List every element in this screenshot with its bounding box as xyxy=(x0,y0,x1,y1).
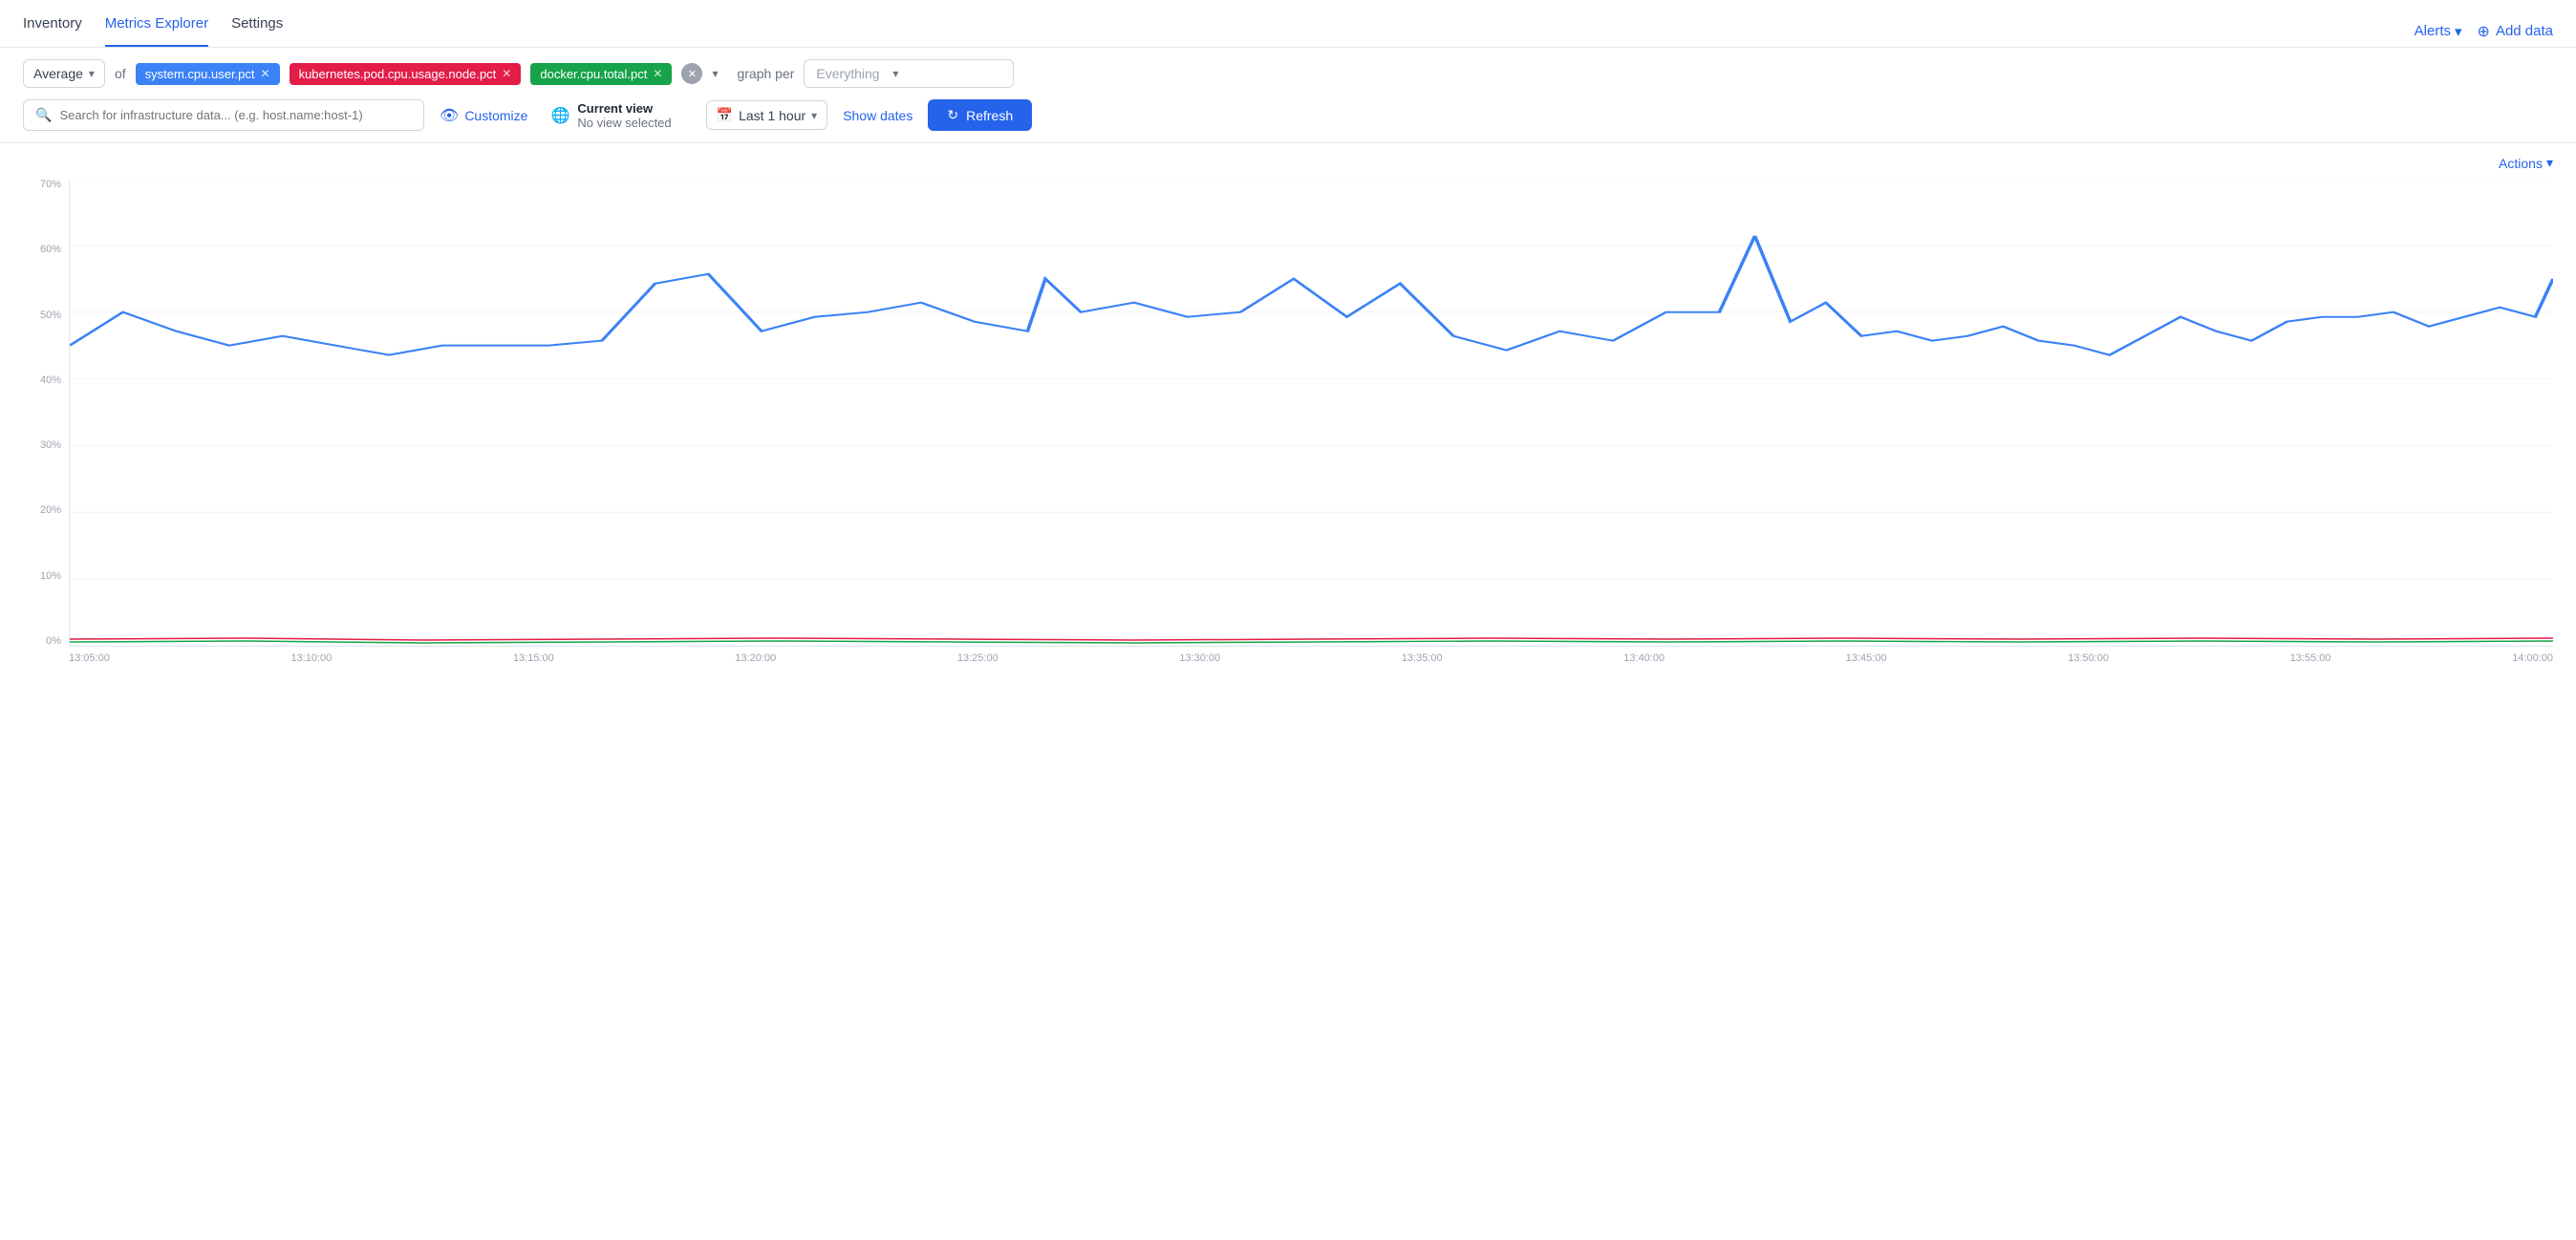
remove-metric-system-cpu-icon[interactable]: ✕ xyxy=(261,67,270,80)
chart-line-red xyxy=(70,638,2553,640)
x-label-10: 13:55:00 xyxy=(2290,652,2331,664)
search-icon: 🔍 xyxy=(35,107,52,123)
x-label-7: 13:40:00 xyxy=(1623,652,1664,664)
x-label-11: 14:00:00 xyxy=(2512,652,2553,664)
y-label-70: 70% xyxy=(40,179,61,190)
x-label-4: 13:25:00 xyxy=(957,652,998,664)
tab-settings[interactable]: Settings xyxy=(231,15,283,47)
top-navigation: Inventory Metrics Explorer Settings Aler… xyxy=(0,0,2576,48)
metric-tag-system-cpu[interactable]: system.cpu.user.pct ✕ xyxy=(136,63,280,85)
remove-metric-kubernetes-icon[interactable]: ✕ xyxy=(502,67,511,80)
time-range-select[interactable]: 📅 Last 1 hour ▾ xyxy=(706,100,828,130)
chart-svg xyxy=(70,179,2553,646)
toolbar-row1: Average ▾ of system.cpu.user.pct ✕ kuber… xyxy=(23,59,2553,99)
x-label-2: 13:15:00 xyxy=(513,652,554,664)
refresh-button[interactable]: ↻ Refresh xyxy=(928,99,1032,131)
y-axis: 70% 60% 50% 40% 30% 20% 10% 0% xyxy=(23,179,69,647)
x-label-9: 13:50:00 xyxy=(2068,652,2109,664)
chevron-down-icon: ▾ xyxy=(89,67,95,80)
chevron-down-icon: ▾ xyxy=(811,109,817,122)
metric-tag-docker-cpu[interactable]: docker.cpu.total.pct ✕ xyxy=(530,63,672,85)
show-dates-button[interactable]: Show dates xyxy=(843,108,912,123)
x-label-6: 13:35:00 xyxy=(1402,652,1443,664)
chevron-down-icon: ▾ xyxy=(2455,23,2462,40)
x-label-5: 13:30:00 xyxy=(1179,652,1220,664)
metrics-dropdown-icon[interactable]: ▾ xyxy=(712,67,718,80)
add-data-button[interactable]: ⊕ Add data xyxy=(2478,22,2553,41)
alerts-button[interactable]: Alerts ▾ xyxy=(2415,23,2462,40)
y-label-30: 30% xyxy=(40,439,61,451)
globe-icon: 🌐 xyxy=(550,106,569,125)
current-view-section: 🌐 Current view No view selected xyxy=(550,101,671,130)
chart-container: 70% 60% 50% 40% 30% 20% 10% 0% xyxy=(23,179,2553,675)
tab-metrics-explorer[interactable]: Metrics Explorer xyxy=(105,15,208,47)
eye-icon: 👁 xyxy=(440,106,459,125)
nav-tabs: Inventory Metrics Explorer Settings xyxy=(23,15,283,47)
x-axis: 13:05:00 13:10:00 13:15:00 13:20:00 13:2… xyxy=(69,647,2553,675)
graph-per-select[interactable]: Everything ▾ xyxy=(804,59,1014,88)
actions-button[interactable]: Actions ▾ xyxy=(2499,155,2553,171)
y-label-20: 20% xyxy=(40,504,61,516)
chart-inner xyxy=(69,179,2553,647)
y-label-10: 10% xyxy=(40,570,61,582)
graph-per-label: graph per xyxy=(737,66,794,81)
y-label-60: 60% xyxy=(40,244,61,255)
search-box[interactable]: 🔍 xyxy=(23,99,424,131)
plus-circle-icon: ⊕ xyxy=(2478,22,2490,41)
chart-line-blue xyxy=(70,236,2553,355)
of-label: of xyxy=(115,66,126,81)
chevron-down-icon: ▾ xyxy=(892,67,898,80)
tab-inventory[interactable]: Inventory xyxy=(23,15,82,47)
current-view-subtitle: No view selected xyxy=(577,116,671,130)
aggregate-select[interactable]: Average ▾ xyxy=(23,59,105,88)
nav-right: Alerts ▾ ⊕ Add data xyxy=(2415,22,2553,41)
x-label-0: 13:05:00 xyxy=(69,652,110,664)
chart-area: Actions ▾ 70% 60% 50% 40% 30% 20% 10% 0% xyxy=(0,143,2576,675)
refresh-icon: ↻ xyxy=(947,107,958,123)
current-view-title: Current view xyxy=(577,101,671,116)
chart-line-green xyxy=(70,641,2553,643)
remove-metric-docker-icon[interactable]: ✕ xyxy=(653,67,662,80)
clear-all-metrics-button[interactable]: ✕ xyxy=(681,63,702,84)
toolbar-row2: 🔍 👁 Customize 🌐 Current view No view sel… xyxy=(23,99,2553,142)
search-input[interactable] xyxy=(59,108,412,122)
y-label-50: 50% xyxy=(40,310,61,321)
metric-tag-kubernetes-pod-cpu[interactable]: kubernetes.pod.cpu.usage.node.pct ✕ xyxy=(290,63,522,85)
customize-button[interactable]: 👁 Customize xyxy=(440,106,527,125)
y-label-0: 0% xyxy=(46,635,61,647)
calendar-icon: 📅 xyxy=(717,107,733,123)
x-label-1: 13:10:00 xyxy=(290,652,332,664)
x-label-3: 13:20:00 xyxy=(735,652,776,664)
y-label-40: 40% xyxy=(40,374,61,386)
x-label-8: 13:45:00 xyxy=(1846,652,1887,664)
chevron-down-icon: ▾ xyxy=(2546,155,2553,171)
toolbar-area: Average ▾ of system.cpu.user.pct ✕ kuber… xyxy=(0,48,2576,143)
actions-row: Actions ▾ xyxy=(23,155,2553,171)
